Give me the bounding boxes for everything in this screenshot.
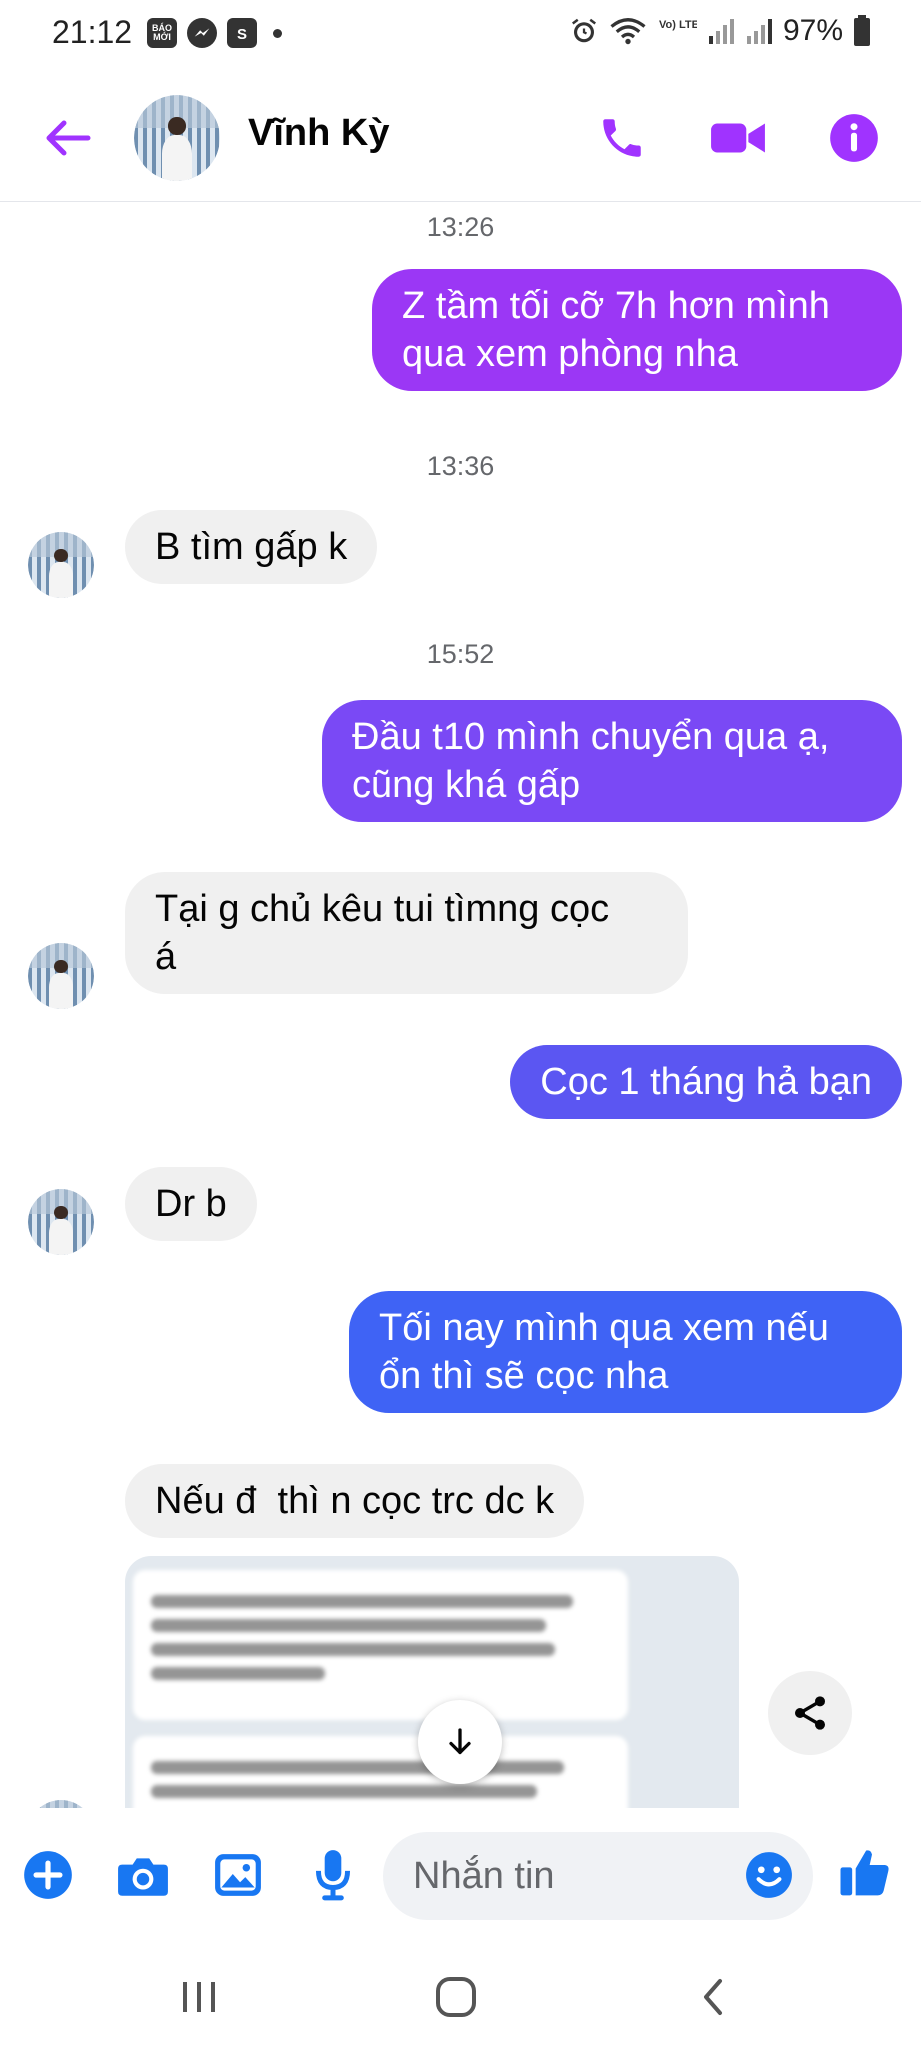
battery-percentage: 97%: [782, 14, 843, 47]
contact-avatar[interactable]: [134, 95, 220, 181]
message-text: Dr b: [155, 1183, 227, 1225]
thumbs-up-icon: [840, 1850, 889, 1896]
status-bar: 21:12 BÁO MỚI S Vo) LTE1 97%: [0, 0, 921, 70]
system-indicators: Vo) LTE1 97%: [569, 14, 871, 48]
contact-avatar-small[interactable]: [28, 532, 94, 598]
signal-icon-1: [708, 19, 734, 44]
home-button[interactable]: [426, 1972, 486, 2022]
share-icon: [795, 1696, 825, 1730]
shopee-notification-icon: S: [227, 18, 257, 48]
status-time: 21:12: [52, 14, 133, 50]
timestamp: 13:36: [426, 451, 495, 481]
contact-avatar-small[interactable]: [28, 1189, 94, 1255]
recent-apps-button[interactable]: [169, 1972, 229, 2022]
outgoing-message[interactable]: Z tầm tối cỡ 7h hơn mình qua xem phòng n…: [372, 269, 902, 391]
voice-message-button[interactable]: [306, 1848, 360, 1902]
notification-icons: BÁO MỚI S: [147, 18, 282, 48]
share-button[interactable]: [768, 1671, 852, 1755]
blurred-text-card: [133, 1570, 628, 1720]
alarm-icon: [571, 18, 596, 43]
svg-text:Vo) LTE1: Vo) LTE1: [659, 19, 697, 31]
message-text: Tối nay mình qua xem nếu ổn thì sẽ cọc n…: [379, 1307, 829, 1397]
contact-avatar-small[interactable]: [28, 1800, 94, 1808]
arrow-down-icon: [449, 1728, 471, 1755]
message-text: Đầu t10 mình chuyển qua ạ, cũng khá gấp: [352, 716, 830, 806]
message-composer: [0, 1808, 921, 1942]
wifi-icon: [610, 18, 646, 45]
outgoing-message[interactable]: Đầu t10 mình chuyển qua ạ, cũng khá gấp: [322, 700, 902, 822]
back-button[interactable]: [40, 110, 96, 166]
blurred-text-card: [133, 1736, 628, 1808]
outgoing-message[interactable]: Cọc 1 tháng hả bạn: [510, 1045, 902, 1119]
video-call-button[interactable]: [708, 108, 768, 168]
contact-name[interactable]: Vĩnh Kỳ: [248, 112, 389, 155]
message-list[interactable]: 13:26 Z tầm tối cỡ 7h hơn mình qua xem p…: [0, 203, 921, 1808]
timestamp: 15:52: [426, 639, 495, 669]
incoming-message[interactable]: B tìm gấp k: [125, 510, 378, 584]
video-camera-icon: [711, 123, 765, 153]
microphone-icon: [315, 1850, 351, 1901]
chevron-left-icon: [704, 1979, 722, 2015]
camera-icon: [118, 1858, 168, 1896]
message-text: Nếu đ thì n cọc trc dc k: [155, 1480, 555, 1522]
baomoi-app-icon: BÁO MỚI: [147, 18, 177, 48]
emoji-button[interactable]: [742, 1848, 796, 1902]
conversation-header: Vĩnh Kỳ: [0, 70, 921, 202]
svg-text:S: S: [237, 26, 247, 43]
timestamp: 13:26: [426, 212, 495, 242]
more-actions-button[interactable]: [21, 1848, 75, 1902]
message-text: Cọc 1 tháng hả bạn: [540, 1061, 872, 1103]
scroll-to-bottom-button[interactable]: [418, 1700, 502, 1784]
info-button[interactable]: [824, 108, 884, 168]
android-navigation-bar: [0, 1942, 921, 2048]
gallery-button[interactable]: [211, 1848, 265, 1902]
camera-button[interactable]: [116, 1848, 170, 1902]
recent-apps-icon: [183, 1982, 215, 2012]
phone-icon: [603, 119, 641, 157]
message-text: Tại g chủ kêu tui tìmng cọc á: [155, 888, 610, 978]
image-gallery-icon: [215, 1854, 261, 1896]
more-notifications-dot: [273, 28, 282, 38]
like-button[interactable]: [835, 1842, 895, 1902]
incoming-message[interactable]: Dr b: [125, 1167, 257, 1241]
message-text: B tìm gấp k: [155, 526, 348, 568]
signal-icon-2: [746, 19, 772, 44]
back-arrow-icon: [46, 120, 91, 156]
plus-circle-icon: [24, 1851, 72, 1899]
incoming-message[interactable]: Nếu đ thì n cọc trc dc k: [125, 1464, 585, 1538]
home-icon: [436, 1977, 476, 2017]
smiley-icon: [746, 1852, 792, 1898]
messenger-notification-icon: [187, 18, 217, 48]
info-icon: [830, 114, 878, 162]
outgoing-message[interactable]: Tối nay mình qua xem nếu ổn thì sẽ cọc n…: [349, 1291, 902, 1413]
voice-call-button[interactable]: [592, 108, 652, 168]
back-nav-button[interactable]: [683, 1972, 743, 2022]
battery-icon: [854, 15, 870, 46]
volte-icon: Vo) LTE1: [659, 19, 697, 31]
message-text: Z tầm tối cỡ 7h hơn mình qua xem phòng n…: [402, 285, 830, 375]
contact-avatar-small[interactable]: [28, 943, 94, 1009]
incoming-message[interactable]: Tại g chủ kêu tui tìmng cọc á: [125, 872, 688, 994]
